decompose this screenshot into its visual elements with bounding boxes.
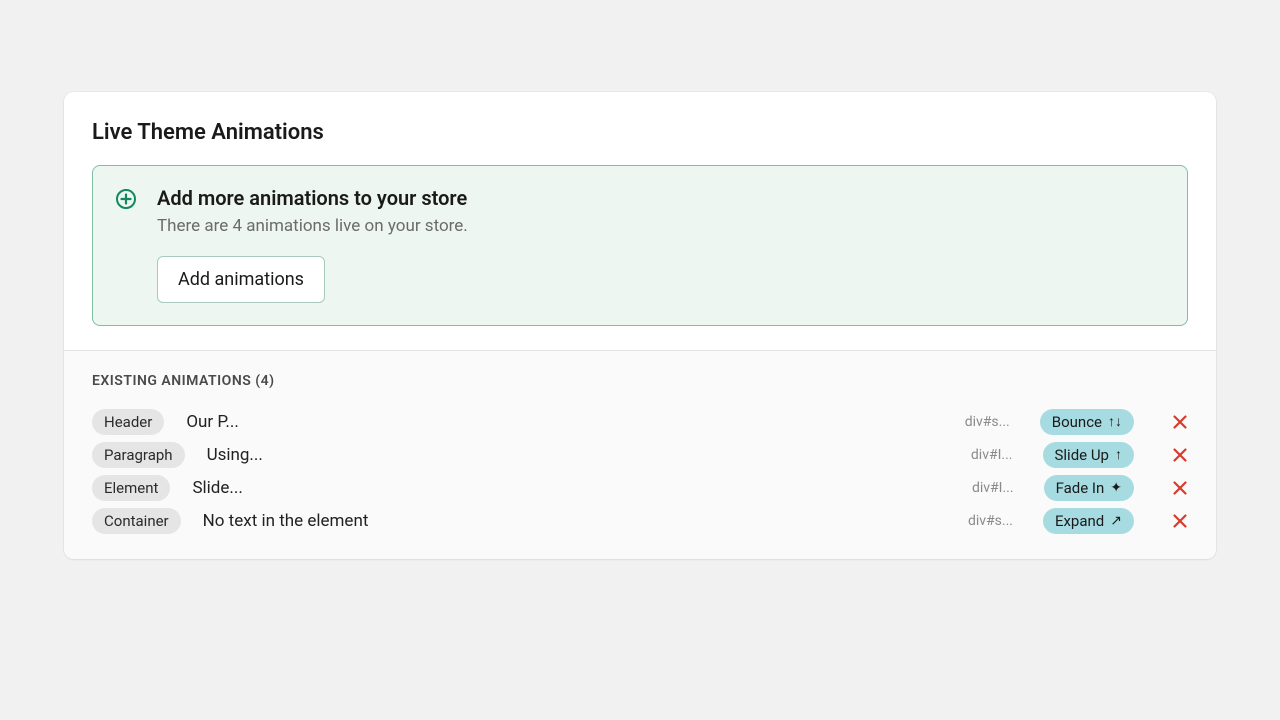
expand-icon: ↗ [1110, 513, 1122, 529]
sparkle-icon: ✦ [1110, 480, 1122, 496]
animation-type-cell: Slide Up ↑ [1043, 442, 1135, 468]
element-text-preview: Our P... [178, 412, 239, 432]
animation-type-badge[interactable]: Fade In ✦ [1044, 475, 1134, 501]
page-title: Live Theme Animations [92, 120, 1188, 145]
delete-animation-button[interactable] [1172, 480, 1188, 496]
element-type-cell: Container [92, 508, 181, 534]
add-animations-banner: Add more animations to your store There … [92, 165, 1188, 326]
element-text-preview: Slide... [184, 478, 242, 498]
plus-circle-icon [115, 188, 137, 214]
banner-title: Add more animations to your store [157, 186, 1165, 210]
element-type-badge: Container [92, 508, 181, 534]
animation-type-badge[interactable]: Bounce ↑↓ [1040, 409, 1134, 435]
element-type-cell: Paragraph [92, 442, 185, 468]
animation-label: Fade In [1056, 479, 1105, 497]
animation-type-cell: Expand ↗ [1043, 508, 1134, 534]
delete-animation-button[interactable] [1172, 414, 1188, 430]
delete-animation-button[interactable] [1172, 447, 1188, 463]
element-text-preview: Using... [199, 445, 263, 465]
animation-label: Bounce [1052, 413, 1102, 431]
animation-type-cell: Fade In ✦ [1044, 475, 1134, 501]
animation-row: Element Slide... div#I... Fade In ✦ [92, 471, 1188, 504]
element-type-cell: Header [92, 409, 164, 435]
animations-list: Header Our P... div#s... Bounce ↑↓ Paragraph… [92, 405, 1188, 537]
bounce-icon: ↑↓ [1108, 413, 1122, 430]
element-selector: div#I... [954, 480, 1014, 496]
close-icon [1172, 480, 1188, 496]
banner-subtitle: There are 4 animations live on your stor… [157, 216, 1165, 236]
close-icon [1172, 513, 1188, 529]
existing-animations-section: EXISTING ANIMATIONS (4) Header Our P... di… [64, 350, 1216, 559]
animation-type-badge[interactable]: Slide Up ↑ [1043, 442, 1135, 468]
card-top-section: Live Theme Animations Add more animation… [64, 92, 1216, 350]
animation-type-cell: Bounce ↑↓ [1040, 409, 1134, 435]
animation-type-badge[interactable]: Expand ↗ [1043, 508, 1134, 534]
element-text-preview: No text in the element [195, 511, 369, 531]
element-type-badge: Paragraph [92, 442, 185, 468]
element-type-cell: Element [92, 475, 170, 501]
element-type-badge: Header [92, 409, 164, 435]
animation-row: Container No text in the element div#s... E… [92, 504, 1188, 537]
element-selector: div#s... [950, 414, 1010, 430]
arrow-up-icon: ↑ [1115, 446, 1122, 463]
animation-row: Paragraph Using... div#I... Slide Up ↑ [92, 438, 1188, 471]
close-icon [1172, 414, 1188, 430]
animation-row: Header Our P... div#s... Bounce ↑↓ [92, 405, 1188, 438]
existing-animations-heading: EXISTING ANIMATIONS (4) [92, 373, 1188, 389]
close-icon [1172, 447, 1188, 463]
animation-label: Slide Up [1055, 446, 1110, 464]
banner-body: Add more animations to your store There … [157, 186, 1165, 303]
animation-label: Expand [1055, 512, 1104, 530]
element-selector: div#s... [953, 513, 1013, 529]
animations-card: Live Theme Animations Add more animation… [64, 92, 1216, 559]
element-type-badge: Element [92, 475, 170, 501]
delete-animation-button[interactable] [1172, 513, 1188, 529]
add-animations-button[interactable]: Add animations [157, 256, 325, 303]
element-selector: div#I... [953, 447, 1013, 463]
